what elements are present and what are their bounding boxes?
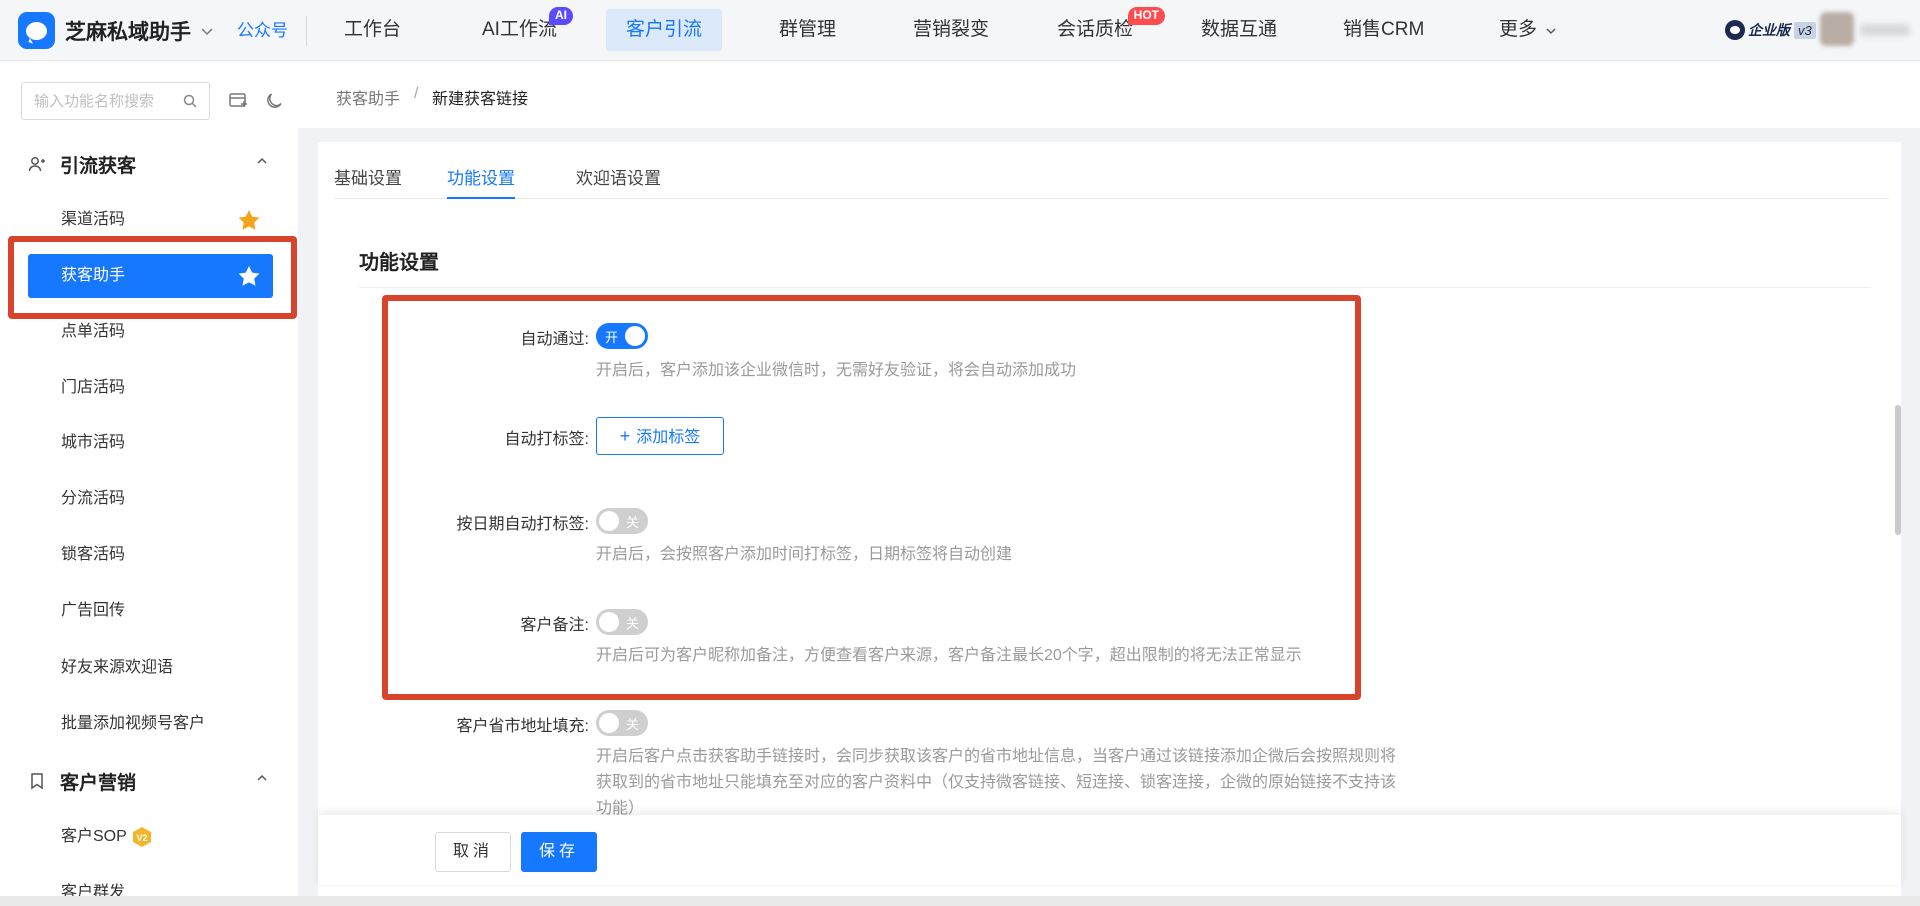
group-title: 引流获客 — [60, 156, 137, 177]
customer-remark-label: 客户备注: — [520, 617, 589, 634]
plus-icon: + — [619, 426, 631, 446]
brand-logo-icon — [18, 12, 55, 49]
svg-text:V2: V2 — [136, 833, 147, 843]
sidebar-item-customer-sop[interactable]: 客户SOP V2 — [28, 815, 273, 859]
edition-version: v3 — [1794, 21, 1816, 39]
auto-pass-label: 自动通过: — [520, 331, 589, 348]
user-name-blurred — [1860, 24, 1910, 36]
switch-state: 开 — [605, 330, 619, 345]
switch-knob — [599, 511, 619, 531]
breadcrumb: 获客助手 / 新建获客链接 — [298, 61, 1920, 128]
address-fill-desc: 开启后客户点击获客助手链接时，会同步获取该客户的省市地址信息，当客户通过该链接添… — [596, 748, 1397, 817]
breadcrumb-separator: / — [414, 85, 419, 102]
chevron-up-icon[interactable] — [255, 771, 269, 785]
auto-pass-switch[interactable]: 开 — [596, 323, 648, 349]
group-title: 客户营销 — [60, 773, 137, 794]
chevron-down-icon[interactable] — [201, 23, 213, 39]
nav-item-sales-crm[interactable]: 销售CRM — [1323, 9, 1444, 51]
edition-icon — [1725, 20, 1745, 40]
avatar-image — [1820, 12, 1854, 46]
switch-knob — [599, 713, 619, 733]
auto-pass-desc: 开启后，客户添加该企业微信时，无需好友验证，将会自动添加成功 — [596, 362, 1077, 379]
sidebar-item-lock-code[interactable]: 锁客活码 — [28, 533, 273, 577]
chevron-up-icon[interactable] — [255, 154, 269, 168]
cancel-button[interactable]: 取消 — [435, 832, 511, 872]
nav-item-more[interactable]: 更多 — [1479, 9, 1576, 51]
scrollbar-thumb[interactable] — [1895, 405, 1901, 535]
nav-item-marketing-fission[interactable]: 营销裂变 — [893, 9, 1009, 51]
sidebar-item-split-code[interactable]: 分流活码 — [28, 477, 273, 521]
edition-label: 企业版 — [1748, 22, 1790, 38]
nav-item-data-exchange[interactable]: 数据互通 — [1181, 9, 1297, 51]
sidebar-item-channel-code[interactable]: 渠道活码 — [28, 198, 273, 242]
sidebar: 引流获客 渠道活码 获客助手 点单活码 门店活码 城市活码 分流活码 锁客活码 … — [0, 61, 298, 906]
v2-badge-icon: V2 — [132, 826, 151, 847]
nav-item-group-manage[interactable]: 群管理 — [759, 9, 856, 51]
search-icon[interactable] — [183, 94, 197, 108]
user-avatar[interactable] — [1820, 12, 1920, 48]
auto-tag-label: 自动打标签: — [504, 431, 589, 448]
bookmark-icon — [31, 773, 43, 790]
switch-state: 关 — [626, 616, 640, 631]
settings-card: 基础设置 功能设置 欢迎语设置 功能设置 自动通过: 开 开启后，客户添加该企业… — [318, 142, 1901, 906]
public-account-link[interactable]: 公众号 — [237, 15, 307, 46]
moon-icon[interactable] — [264, 91, 284, 111]
sidebar-item-customer-acquisition-assistant[interactable]: 获客助手 — [28, 254, 273, 298]
breadcrumb-current: 新建获客链接 — [432, 91, 529, 108]
date-tag-desc: 开启后，会按照客户添加时间打标签，日期标签将自动创建 — [596, 546, 1013, 563]
save-button[interactable]: 保存 — [521, 832, 597, 872]
add-tag-button[interactable]: + 添加标签 — [596, 417, 724, 455]
tab-basic-settings[interactable]: 基础设置 — [334, 164, 402, 199]
footer-actions: 取消 保存 — [318, 815, 1901, 885]
tab-welcome-settings[interactable]: 欢迎语设置 — [576, 164, 661, 199]
nav-item-workbench[interactable]: 工作台 — [324, 9, 421, 51]
group-customer-marketing[interactable]: 客户营销 — [0, 761, 298, 801]
nav-item-ai-workflow[interactable]: AI工作流 AI — [462, 7, 577, 51]
ai-badge: AI — [548, 7, 573, 25]
breadcrumb-parent[interactable]: 获客助手 — [336, 85, 400, 109]
sidebar-item-batch-add-video[interactable]: 批量添加视频号客户 — [28, 702, 273, 746]
nav-item-session-qc[interactable]: 会话质检 HOT — [1037, 7, 1166, 51]
sidebar-item-order-code[interactable]: 点单活码 — [28, 310, 273, 354]
brand[interactable]: 芝麻私域助手 公众号 — [18, 12, 307, 49]
star-icon[interactable] — [237, 265, 261, 287]
sidebar-item-source-welcome[interactable]: 好友来源欢迎语 — [28, 646, 273, 690]
sidebar-search[interactable] — [21, 82, 210, 120]
user-add-icon — [28, 157, 45, 172]
customer-remark-desc: 开启后可为客户昵称加备注，方便查看客户来源，客户备注最长20个字，超出限制的将无… — [596, 647, 1302, 664]
sidebar-item-ad-callback[interactable]: 广告回传 — [28, 589, 273, 633]
date-tag-label: 按日期自动打标签: — [456, 516, 589, 533]
switch-state: 关 — [626, 717, 640, 732]
brand-name: 芝麻私域助手 — [65, 20, 191, 44]
bottom-edge — [0, 896, 1920, 906]
address-fill-label: 客户省市地址填充: — [456, 718, 589, 735]
group-traffic-acquisition[interactable]: 引流获客 — [0, 144, 298, 184]
sidebar-item-city-code[interactable]: 城市活码 — [28, 421, 273, 465]
switch-state: 关 — [626, 515, 640, 530]
edition-badge: 企业版 v3 — [1725, 19, 1816, 41]
address-fill-switch[interactable]: 关 — [596, 710, 648, 736]
hot-badge: HOT — [1127, 7, 1166, 25]
nav-item-customer-traffic[interactable]: 客户引流 — [606, 9, 723, 51]
section-title: 功能设置 — [359, 252, 439, 274]
tab-function-settings[interactable]: 功能设置 — [447, 164, 515, 199]
section-divider — [359, 287, 1871, 288]
date-tag-switch[interactable]: 关 — [596, 508, 648, 534]
function-search-input[interactable] — [34, 91, 174, 111]
customer-remark-switch[interactable]: 关 — [596, 609, 648, 635]
sidebar-item-store-code[interactable]: 门店活码 — [28, 366, 273, 410]
card-add-icon[interactable] — [228, 91, 248, 111]
chevron-down-icon — [1546, 28, 1556, 34]
switch-knob — [625, 326, 645, 346]
top-bar: 芝麻私域助手 公众号 工作台 AI工作流 AI 客户引流 群管理 营销裂变 会话质… — [0, 0, 1920, 61]
star-icon[interactable] — [237, 209, 261, 231]
switch-knob — [599, 612, 619, 632]
settings-tabs: 基础设置 功能设置 欢迎语设置 — [334, 142, 1889, 199]
